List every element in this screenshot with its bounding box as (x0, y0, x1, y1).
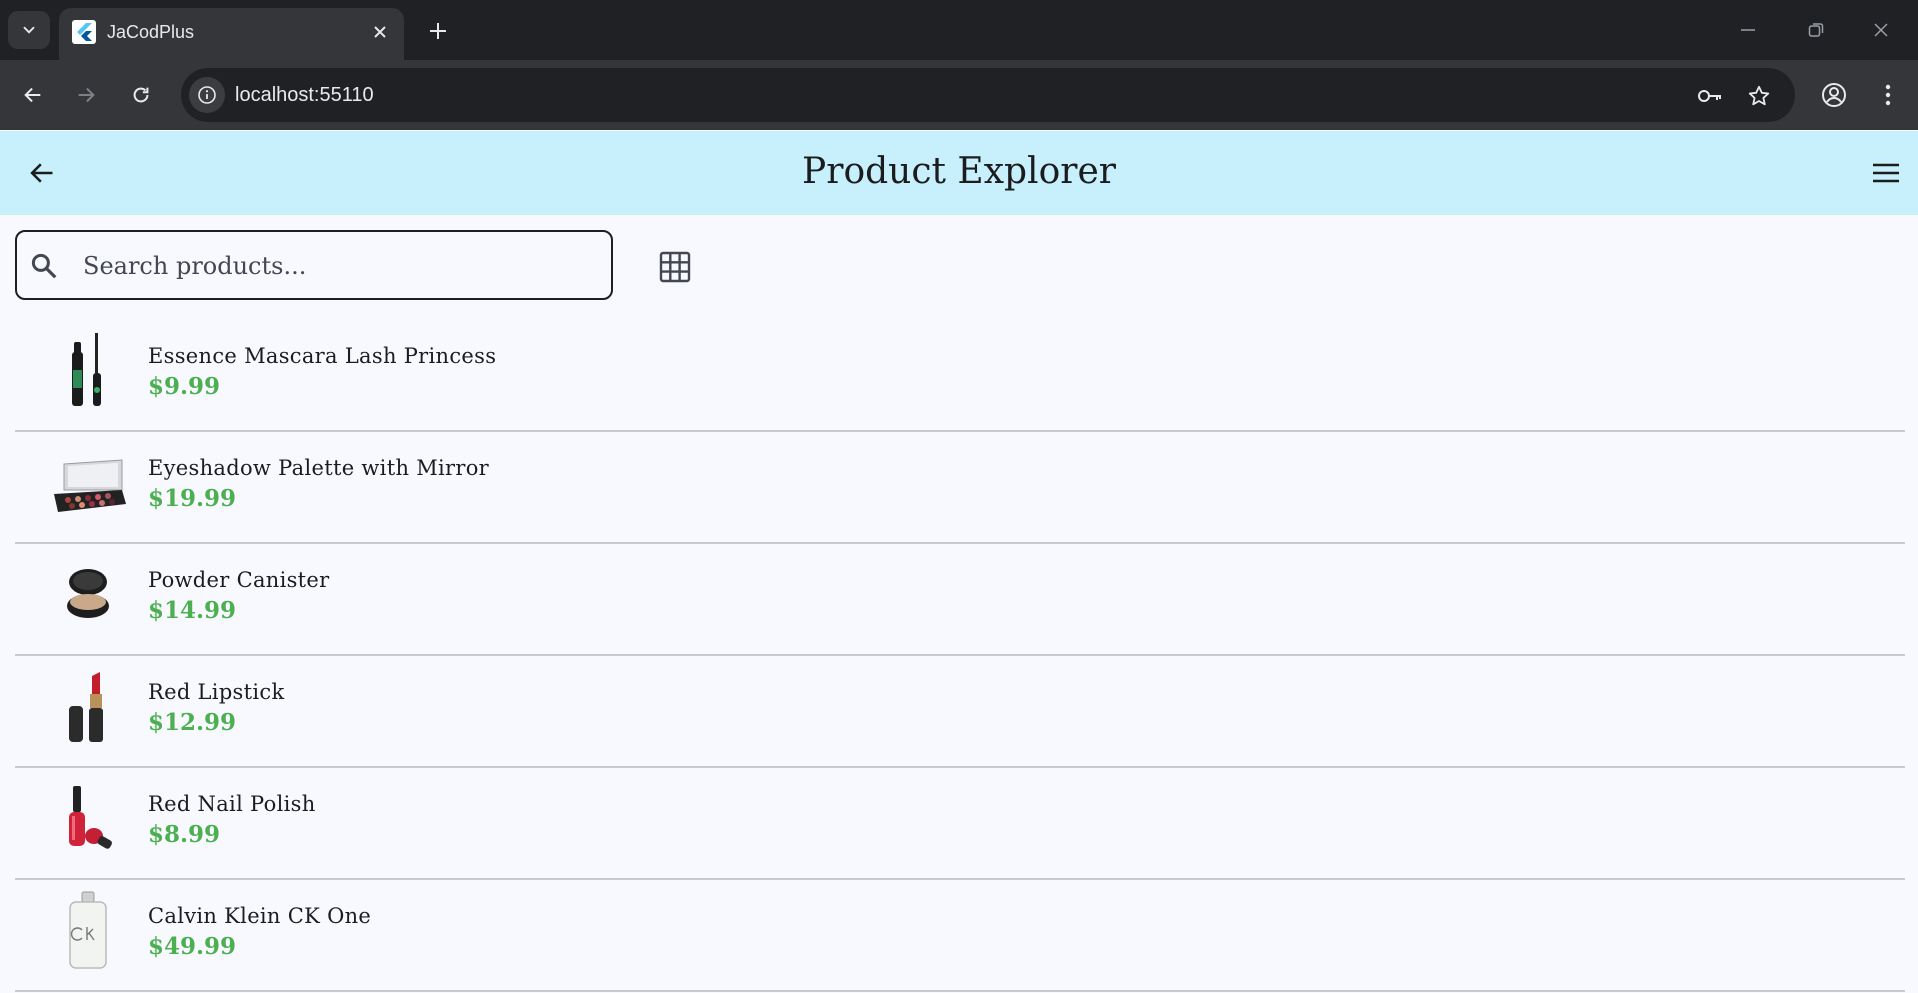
password-key-button[interactable] (1695, 81, 1725, 111)
product-name: Eyeshadow Palette with Mirror (148, 456, 490, 480)
product-name: Essence Mascara Lash Princess (148, 344, 497, 368)
browser-tab-bar: JaCodPlus (0, 0, 1918, 60)
product-price: $14.99 (148, 597, 237, 624)
lipstick-icon (69, 672, 103, 742)
browser-menu-button[interactable] (1873, 80, 1903, 110)
product-name: Calvin Klein CK One (148, 904, 372, 928)
star-icon (1748, 85, 1770, 106)
product-name: Red Nail Polish (148, 792, 316, 816)
more-vert-icon (1885, 84, 1891, 106)
product-list-item[interactable]: Calvin Klein CK One $49.99 (15, 880, 1905, 992)
search-icon (31, 253, 57, 279)
product-image (48, 778, 128, 858)
restore-button[interactable] (1793, 14, 1839, 46)
product-image (48, 330, 128, 410)
browser-toolbar: localhost:55110 (0, 60, 1918, 130)
menu-button[interactable] (1868, 155, 1904, 191)
search-input[interactable] (81, 232, 605, 300)
product-image (48, 890, 128, 970)
profile-button[interactable] (1819, 80, 1849, 110)
site-info-button[interactable] (189, 77, 225, 113)
chevron-down-icon (23, 26, 35, 34)
tab-title: JaCodPlus (107, 22, 195, 42)
mascara-icon (72, 333, 101, 406)
product-price: $8.99 (148, 821, 221, 848)
product-list-item[interactable]: Red Lipstick $12.99 (15, 656, 1905, 768)
hamburger-menu-icon (1873, 163, 1899, 183)
product-name: Powder Canister (148, 568, 330, 592)
product-image (48, 554, 128, 634)
product-list-item[interactable]: Eyeshadow Palette with Mirror $19.99 (15, 432, 1905, 544)
product-list: Essence Mascara Lash Princess $9.99 Eyes… (15, 320, 1905, 992)
account-circle-icon (1822, 83, 1846, 107)
back-button[interactable] (18, 80, 48, 110)
nail-polish-icon (69, 786, 112, 849)
product-price: $12.99 (148, 709, 237, 736)
product-price: $49.99 (148, 933, 237, 960)
product-price: $9.99 (148, 373, 221, 400)
address-bar[interactable]: localhost:55110 (181, 68, 1795, 122)
grid-view-icon (659, 251, 691, 283)
arrow-right-icon (78, 87, 95, 103)
search-field[interactable] (15, 230, 613, 300)
powder-canister-icon (67, 569, 109, 618)
tab-search-button[interactable] (8, 11, 50, 49)
url-text[interactable]: localhost:55110 (235, 81, 374, 109)
flutter-logo-icon (72, 20, 96, 44)
product-list-item[interactable]: Powder Canister $14.99 (15, 544, 1905, 656)
perfume-bottle-icon (69, 891, 107, 969)
close-tab-button[interactable] (368, 20, 392, 44)
new-tab-button[interactable] (424, 17, 452, 45)
close-window-button[interactable] (1858, 14, 1904, 46)
grid-view-toggle[interactable] (655, 247, 695, 287)
reload-icon (133, 87, 149, 103)
info-icon (198, 86, 216, 104)
forward-button[interactable] (71, 80, 101, 110)
product-image (48, 666, 128, 746)
page-title: Product Explorer (802, 151, 1116, 192)
product-list-item[interactable]: Essence Mascara Lash Princess $9.99 (15, 320, 1905, 432)
arrow-left-icon (24, 87, 41, 103)
product-name: Red Lipstick (148, 680, 285, 704)
key-icon (1698, 90, 1721, 102)
product-price: $19.99 (148, 485, 237, 512)
eyeshadow-palette-icon (54, 459, 126, 512)
plus-icon (430, 23, 446, 39)
app-bar: Product Explorer (0, 131, 1918, 215)
restore-icon (1808, 23, 1824, 37)
product-image (48, 442, 128, 522)
minimize-icon (1741, 29, 1755, 31)
close-icon (1874, 23, 1888, 37)
browser-tab[interactable]: JaCodPlus (59, 8, 404, 60)
bookmark-button[interactable] (1744, 81, 1774, 111)
minimize-button[interactable] (1725, 14, 1771, 46)
product-list-item[interactable]: Red Nail Polish $8.99 (15, 768, 1905, 880)
close-icon (374, 26, 386, 38)
reload-button[interactable] (126, 80, 156, 110)
